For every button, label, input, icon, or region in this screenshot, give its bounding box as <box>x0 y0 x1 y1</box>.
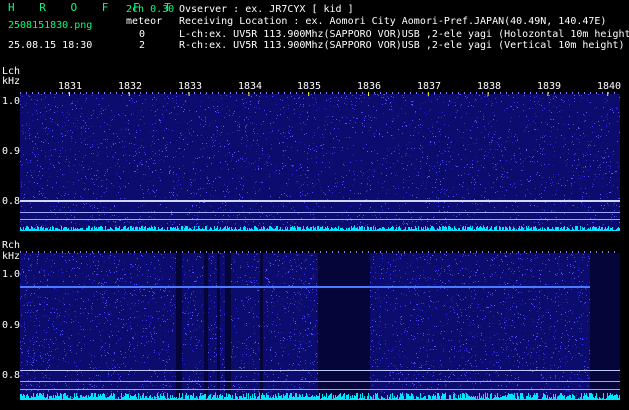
rch-upper-marker-line <box>20 370 620 371</box>
lch-mid-marker-line <box>20 212 620 213</box>
lch-minor-ticks <box>20 92 615 94</box>
rch-lower-marker-line <box>20 389 620 390</box>
lch-noise-background <box>20 94 620 231</box>
spectrogram-canvas <box>20 92 620 400</box>
rch-carrier-line <box>20 286 590 288</box>
lch-upper-marker-line <box>20 200 620 202</box>
rch-mid-marker-line <box>20 381 620 382</box>
lch-spectrogram <box>20 94 620 231</box>
rch-spectrogram <box>20 253 620 400</box>
lch-lower-marker-line <box>20 219 620 220</box>
rch-minor-ticks <box>20 251 615 253</box>
